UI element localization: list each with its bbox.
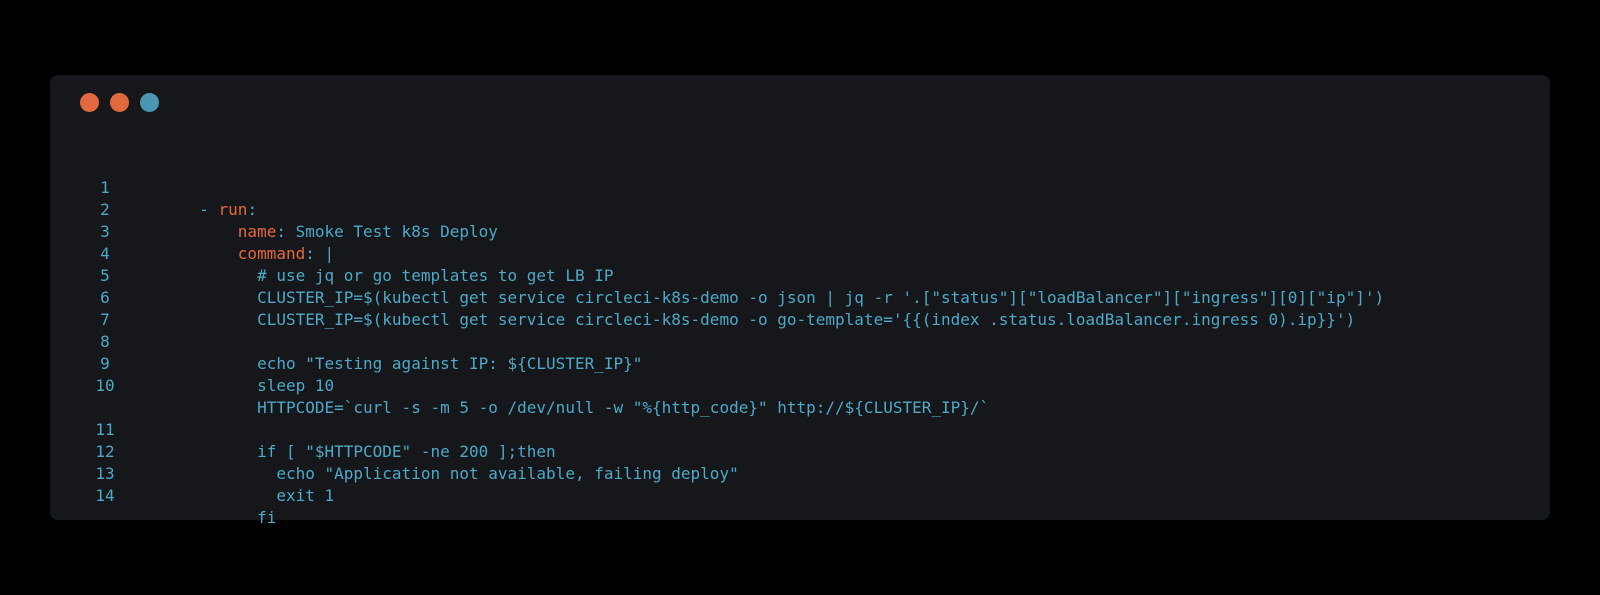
code-line: 1 - run:	[50, 155, 1550, 219]
code-line: 5 CLUSTER_IP=$(kubectl get service circl…	[50, 243, 1550, 307]
line-number: 10	[95, 376, 115, 395]
code-line: 7	[50, 287, 1550, 329]
line-content: sleep 10	[180, 376, 335, 395]
code-line: 14 fi	[50, 463, 1550, 527]
code-line: 9 sleep 10	[50, 331, 1550, 395]
code-line: 3 command: |	[50, 199, 1550, 263]
code-line: 11 if [ "$HTTPCODE" -ne 200 ];then	[50, 397, 1550, 461]
code-block: 1 - run: 2 name: Smoke Test k8s Deploy 3…	[50, 155, 1550, 527]
line-content: exit 1	[180, 486, 335, 505]
code-window: 1 - run: 2 name: Smoke Test k8s Deploy 3…	[50, 75, 1550, 527]
maximize-dot-icon[interactable]	[140, 93, 159, 112]
code-line: 10 HTTPCODE=`curl -s -m 5 -o /dev/null -…	[50, 353, 1550, 417]
code-line: 13 exit 1	[50, 441, 1550, 505]
code-line: 12 echo "Application not available, fail…	[50, 419, 1550, 483]
code-line: 4 # use jq or go templates to get LB IP	[50, 221, 1550, 285]
line-number: 14	[95, 486, 115, 505]
code-line: 8 echo "Testing against IP: ${CLUSTER_IP…	[50, 309, 1550, 373]
line-content: fi	[180, 508, 277, 527]
minimize-dot-icon[interactable]	[110, 93, 129, 112]
code-line: 6 CLUSTER_IP=$(kubectl get service circl…	[50, 265, 1550, 329]
close-dot-icon[interactable]	[80, 93, 99, 112]
code-line: 2 name: Smoke Test k8s Deploy	[50, 177, 1550, 241]
